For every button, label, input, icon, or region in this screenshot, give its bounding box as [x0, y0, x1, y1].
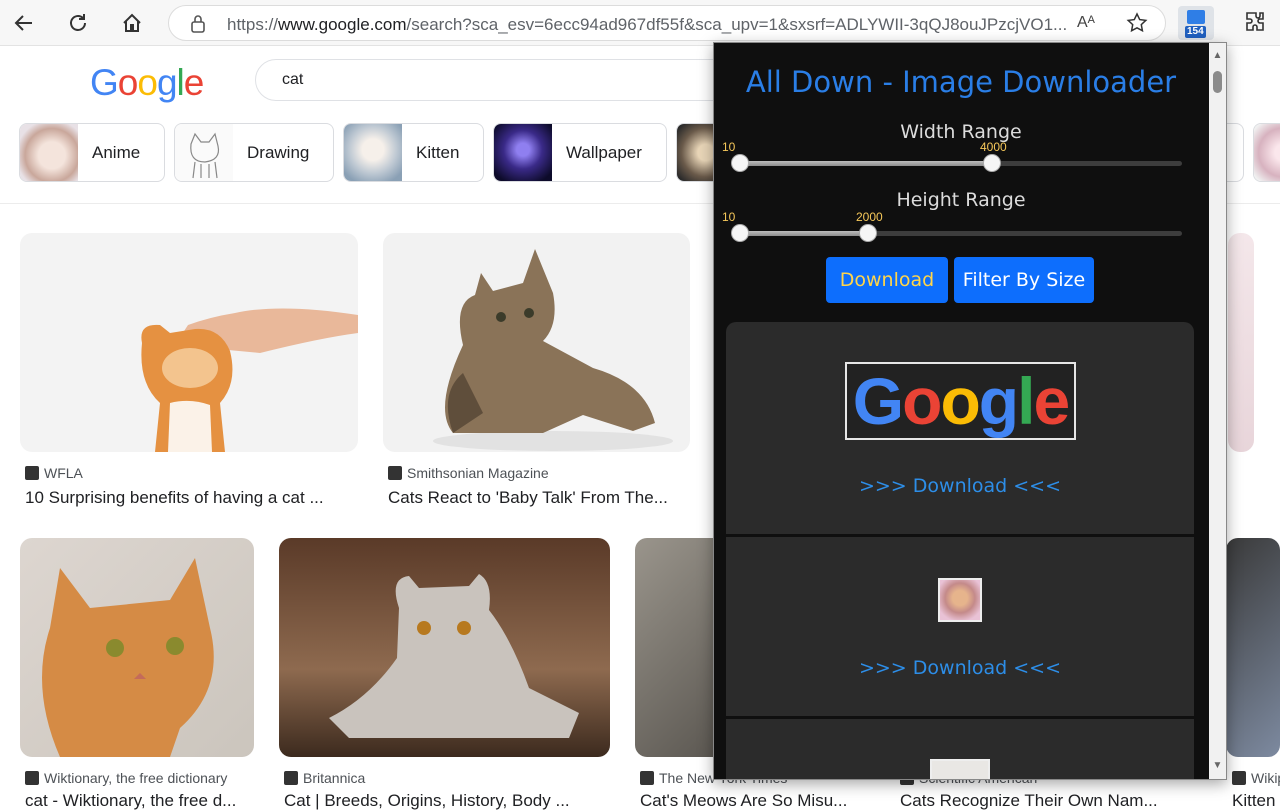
chip-drawing[interactable]: Drawing [174, 123, 334, 182]
result-source[interactable]: Wikiped [1232, 770, 1280, 786]
height-range-slider[interactable] [731, 224, 1182, 242]
source-favicon-icon [388, 466, 402, 480]
extension-title: All Down - Image Downloader [745, 65, 1177, 99]
favorite-star-icon[interactable] [1126, 12, 1148, 34]
popup-scrollbar[interactable]: ▲ ▼ [1209, 43, 1226, 779]
download-extension-icon [1187, 10, 1205, 24]
result-image[interactable] [279, 538, 610, 757]
height-max-value: 2000 [856, 210, 883, 224]
chip-label: Anime [92, 143, 141, 162]
height-range-fill [740, 231, 868, 236]
scroll-up-arrow-icon[interactable]: ▲ [1212, 51, 1223, 61]
width-max-handle[interactable] [983, 154, 1001, 172]
result-title[interactable]: cat - Wiktionary, the free d... [25, 791, 236, 811]
grey-cat-photo [329, 574, 579, 738]
logo-letter: g [156, 62, 178, 103]
width-range-fill [740, 161, 992, 166]
extensions-puzzle-icon[interactable] [1243, 10, 1267, 34]
avatar-thumbnail[interactable] [938, 578, 982, 622]
chip-label: Kitten [416, 143, 460, 162]
result-image[interactable] [383, 233, 690, 452]
search-input[interactable]: cat [255, 59, 775, 101]
chip-anime[interactable]: Anime [19, 123, 165, 182]
width-max-value: 4000 [980, 140, 1007, 154]
result-source[interactable]: WFLA [25, 465, 83, 481]
height-min-handle[interactable] [731, 224, 749, 242]
logo-letter: o [117, 62, 139, 103]
back-button[interactable] [8, 7, 40, 39]
chip-thumbnail [175, 124, 233, 181]
result-title[interactable]: Cats Recognize Their Own Nam... [900, 791, 1158, 811]
refresh-icon [70, 14, 86, 31]
result-source[interactable]: Wiktionary, the free dictionary [25, 770, 227, 786]
chip-wallpaper[interactable]: Wallpaper [493, 123, 667, 182]
result-source[interactable]: Smithsonian Magazine [388, 465, 549, 481]
chip-thumbnail [344, 124, 402, 181]
download-button[interactable]: Download [826, 257, 948, 303]
chip-thumbnail [1254, 124, 1280, 181]
result-image[interactable] [20, 233, 358, 452]
result-image[interactable] [1228, 233, 1254, 452]
logo-letter: o [137, 62, 158, 103]
result-image[interactable] [20, 538, 254, 757]
search-query-text: cat [282, 71, 304, 88]
source-favicon-icon [1232, 771, 1246, 785]
result-title[interactable]: Cats React to 'Baby Talk' From The... [388, 488, 668, 508]
chip-label: Drawing [247, 143, 310, 162]
item-download-link[interactable]: >>> Download <<< [726, 475, 1194, 497]
logo-letter: G [90, 62, 119, 103]
lock-icon [191, 15, 205, 33]
width-range-label: Width Range [900, 121, 1022, 143]
chip-kitten[interactable]: Kitten [343, 123, 484, 182]
image-item [726, 719, 1194, 779]
result-title[interactable]: Cat's Meows Are So Misu... [640, 791, 847, 811]
image-item: Google >>> Download <<< [726, 322, 1194, 534]
chip-thumbnail [494, 124, 552, 181]
source-favicon-icon [25, 466, 39, 480]
result-title[interactable]: 10 Surprising benefits of having a cat .… [25, 488, 324, 508]
cat-thumbnail[interactable] [930, 759, 990, 779]
read-aloud-icon[interactable]: Aᴬ [1077, 14, 1095, 32]
source-favicon-icon [284, 771, 298, 785]
height-range-label: Height Range [896, 189, 1026, 211]
source-favicon-icon [640, 771, 654, 785]
url-text: https://www.google.com/search?sca_esv=6e… [227, 15, 1068, 34]
tabby-cat-photo [433, 249, 673, 451]
result-title[interactable]: Cat | Breeds, Origins, History, Body ... [284, 791, 570, 811]
all-down-extension-button[interactable]: 154 [1178, 6, 1214, 40]
chip-thumbnail [20, 124, 78, 181]
height-max-handle[interactable] [859, 224, 877, 242]
address-bar[interactable]: https://www.google.com/search?sca_esv=6e… [168, 5, 1166, 41]
width-min-value: 10 [722, 140, 736, 154]
google-logo[interactable]: Google [90, 62, 205, 104]
logo-letter: e [183, 62, 205, 103]
ginger-cat-photo [42, 558, 214, 757]
extension-popup: All Down - Image Downloader Width Range … [713, 42, 1227, 780]
image-item: >>> Download <<< [726, 537, 1194, 716]
chip-label: Wallpaper [566, 143, 642, 162]
extension-badge: 154 [1185, 26, 1206, 38]
logo-letter: l [176, 62, 185, 103]
width-range-slider[interactable] [731, 154, 1182, 172]
height-min-value: 10 [722, 210, 736, 224]
orange-cat-photo [141, 308, 358, 452]
home-icon [123, 13, 141, 32]
google-logo-thumbnail[interactable]: Google [845, 362, 1076, 440]
width-min-handle[interactable] [731, 154, 749, 172]
filter-by-size-button[interactable]: Filter By Size [954, 257, 1094, 303]
scrollbar-thumb[interactable] [1213, 71, 1222, 93]
scroll-down-arrow-icon[interactable]: ▼ [1212, 761, 1223, 771]
refresh-button[interactable] [62, 7, 94, 39]
result-source[interactable]: Britannica [284, 770, 365, 786]
result-title[interactable]: Kitten - W... [1232, 791, 1280, 811]
home-button[interactable] [116, 7, 148, 39]
result-image[interactable] [1226, 538, 1280, 757]
source-favicon-icon [25, 771, 39, 785]
back-arrow-icon [14, 15, 32, 31]
result-image[interactable] [635, 538, 725, 757]
browser-toolbar: https://www.google.com/search?sca_esv=6e… [0, 0, 1280, 46]
item-download-link[interactable]: >>> Download <<< [726, 657, 1194, 679]
chip-partial-right-2[interactable] [1253, 123, 1280, 182]
